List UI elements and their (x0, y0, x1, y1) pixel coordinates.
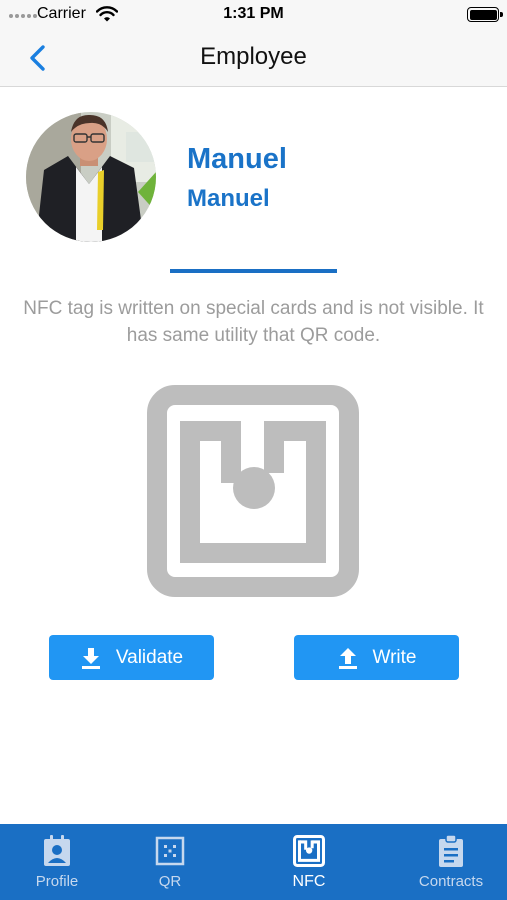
employee-name: Manuel (187, 143, 287, 175)
write-button[interactable]: Write (294, 635, 459, 680)
tab-profile[interactable]: Profile (22, 824, 92, 900)
tab-nfc-label: NFC (292, 873, 326, 890)
employee-secondary-name: Manuel (187, 185, 270, 212)
nfc-description: NFC tag is written on special cards and … (23, 298, 484, 346)
write-label: Write (372, 646, 417, 668)
clipboard-icon (439, 834, 463, 867)
tab-qr-label: QR (158, 873, 182, 890)
battery-icon (467, 7, 503, 22)
tab-profile-label: Profile (35, 873, 79, 890)
tab-nfc[interactable]: NFC (278, 824, 340, 900)
status-bar: Carrier 1:31 PM (0, 0, 507, 30)
status-time: 1:31 PM (223, 5, 284, 22)
profile-card-icon (44, 835, 70, 866)
tab-bar: Profile QR NFC Contracts (0, 824, 507, 900)
tab-contracts-label: Contracts (418, 873, 484, 890)
validate-label: Validate (115, 646, 184, 668)
avatar (26, 112, 156, 242)
nfc-tag-icon (147, 385, 359, 597)
divider (170, 269, 337, 273)
navigation-bar: Employee (0, 30, 507, 87)
tab-qr[interactable]: QR (139, 824, 201, 900)
nfc-icon (293, 835, 325, 867)
download-icon (81, 647, 100, 669)
tab-contracts[interactable]: Contracts (408, 824, 494, 900)
upload-icon (338, 647, 357, 669)
page-title: Employee (200, 43, 307, 70)
validate-button[interactable]: Validate (49, 635, 214, 680)
qr-icon (155, 836, 185, 866)
